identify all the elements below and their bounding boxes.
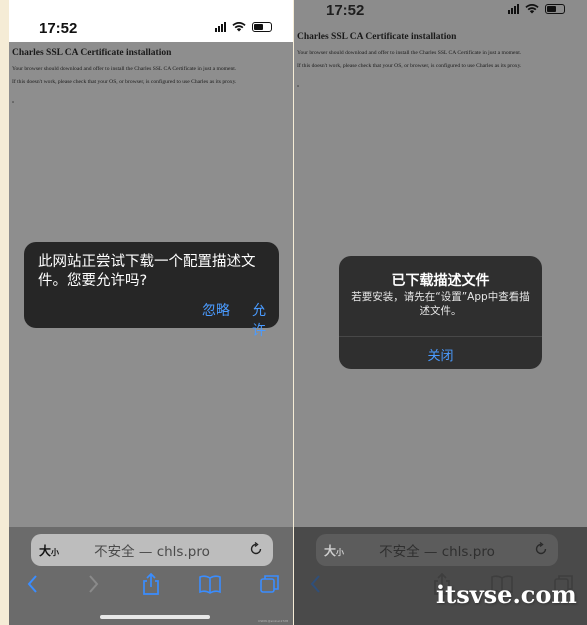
url-text[interactable]: 不安全 — chls.pro	[31, 540, 273, 560]
alert-title: 已下载描述文件	[391, 273, 490, 289]
wifi-icon	[525, 4, 539, 14]
page-paragraph-2: If this doesn't work, please check that …	[12, 78, 237, 85]
reload-icon[interactable]	[248, 541, 264, 557]
safari-toolbar: 大小 不安全 — chls.pro CSDN @sinkuo1728	[9, 527, 293, 625]
close-button[interactable]: 关闭	[339, 345, 542, 364]
download-permission-alert: 此网站正尝试下载一个配置描述文件。您要允许吗? 忽略 允许	[24, 242, 279, 339]
share-icon[interactable]	[139, 573, 163, 595]
ignore-button[interactable]: 忽略	[202, 300, 230, 320]
reload-icon[interactable]	[533, 541, 549, 557]
page-paragraph-1: Your browser should download and offer t…	[12, 66, 237, 72]
alert-divider	[339, 336, 542, 337]
tabs-icon[interactable]	[258, 573, 282, 595]
left-phone-screen: 17:52 Charles SSL CA Certificate install…	[9, 0, 293, 625]
web-page-content: Charles SSL CA Certificate installation …	[9, 48, 293, 109]
page-paragraph-2: If this doesn't work, please check that …	[297, 62, 522, 69]
forward-icon[interactable]	[81, 573, 105, 595]
web-page-content: Charles SSL CA Certificate installation …	[294, 32, 587, 93]
alert-body: 若要安装，请先在“设置”App中查看描述文件。	[351, 291, 530, 317]
broken-image-icon: ▫	[12, 100, 15, 107]
navigation-row	[9, 573, 293, 599]
battery-icon	[545, 3, 565, 14]
profile-downloaded-alert: 已下载描述文件 若要安装，请先在“设置”App中查看描述文件。 关闭	[339, 256, 542, 369]
page-title: Charles SSL CA Certificate installation	[12, 48, 172, 58]
cellular-signal-icon	[215, 21, 226, 32]
bookmarks-icon[interactable]	[198, 573, 222, 595]
wifi-icon	[232, 22, 246, 32]
status-bar: 17:52	[9, 0, 293, 42]
status-time: 17:52	[326, 2, 365, 19]
status-icons	[508, 3, 565, 14]
battery-icon	[252, 21, 272, 32]
safari-toolbar: 大小 不安全 — chls.pro	[294, 527, 587, 625]
page-title: Charles SSL CA Certificate installation	[297, 32, 457, 42]
page-paragraph-1: Your browser should download and offer t…	[297, 50, 522, 56]
alert-message: 此网站正尝试下载一个配置描述文件。您要允许吗?	[38, 254, 256, 289]
back-icon[interactable]	[304, 573, 328, 595]
status-time: 17:52	[39, 20, 78, 37]
back-icon[interactable]	[21, 573, 45, 595]
address-bar[interactable]: 大小 不安全 — chls.pro	[31, 534, 273, 566]
source-caption: CSDN @sinkuo1728	[258, 619, 288, 623]
cellular-signal-icon	[508, 3, 519, 14]
address-bar[interactable]: 大小 不安全 — chls.pro	[316, 534, 558, 566]
watermark-logo: itsvse.com	[436, 580, 577, 609]
allow-button[interactable]: 允许	[252, 300, 279, 340]
right-phone-screen: 17:52 Charles SSL CA Certificate install…	[294, 0, 587, 625]
status-bar: 17:52	[294, 0, 587, 26]
broken-image-icon: ▫	[297, 84, 300, 91]
status-icons	[215, 21, 272, 32]
url-text[interactable]: 不安全 — chls.pro	[316, 540, 558, 560]
home-indicator[interactable]	[100, 615, 210, 619]
